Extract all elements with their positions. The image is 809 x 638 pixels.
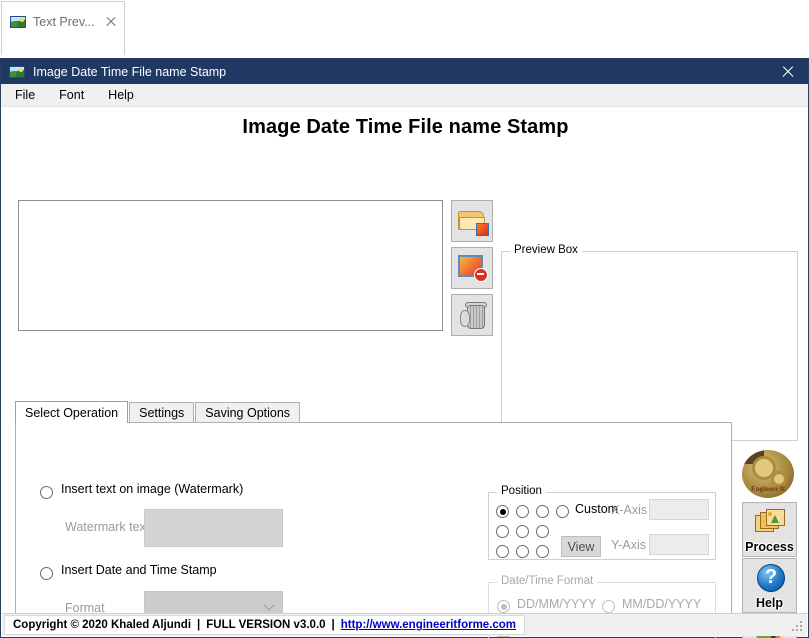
chevron-down-icon bbox=[265, 601, 274, 610]
file-list-box[interactable] bbox=[18, 200, 443, 331]
y-axis-input[interactable] bbox=[649, 534, 709, 555]
gear-logo: Engineer It bbox=[742, 450, 794, 498]
position-radio-middle-right[interactable] bbox=[536, 525, 549, 538]
window-close-button[interactable] bbox=[768, 59, 808, 84]
position-radio-middle-center[interactable] bbox=[516, 525, 529, 538]
client-area: Image Date Time File name Stamp bbox=[1, 107, 808, 637]
process-button-label: Process bbox=[743, 540, 796, 554]
status-bar: Copyright © 2020 Khaled Aljundi | FULL V… bbox=[2, 613, 807, 636]
label-y-axis: Y-Axis bbox=[611, 538, 646, 552]
label-watermark-text: Watermark text bbox=[65, 520, 149, 534]
position-radio-top-center[interactable] bbox=[516, 505, 529, 518]
question-mark-icon bbox=[757, 564, 785, 592]
trash-bin-icon bbox=[460, 302, 488, 330]
version-text: FULL VERSION v3.0.0 bbox=[206, 619, 325, 631]
browser-tab-title: Text Prev... bbox=[33, 15, 100, 29]
tab-headers: Select Operation Settings Saving Options bbox=[15, 401, 301, 423]
position-radio-custom[interactable] bbox=[556, 505, 569, 518]
x-axis-input[interactable] bbox=[649, 499, 709, 520]
add-images-button[interactable] bbox=[451, 200, 493, 242]
position-radio-top-right[interactable] bbox=[536, 505, 549, 518]
separator: | bbox=[191, 619, 206, 631]
label-insert-datetime: Insert Date and Time Stamp bbox=[61, 563, 217, 577]
radio-insert-datetime[interactable] bbox=[40, 567, 53, 580]
position-radio-bottom-center[interactable] bbox=[516, 545, 529, 558]
label-insert-watermark: Insert text on image (Watermark) bbox=[61, 482, 243, 496]
copyright-panel: Copyright © 2020 Khaled Aljundi | FULL V… bbox=[4, 615, 525, 635]
copyright-text: Copyright © 2020 Khaled Aljundi bbox=[13, 619, 191, 631]
browser-tab[interactable]: Text Prev... bbox=[1, 1, 125, 55]
separator: | bbox=[326, 619, 341, 631]
position-radio-middle-left[interactable] bbox=[496, 525, 509, 538]
datetime-format-legend: Date/Time Format bbox=[497, 575, 597, 587]
menu-item-font[interactable]: Font bbox=[59, 86, 96, 104]
browser-tabstrip: Text Prev... bbox=[0, 0, 809, 58]
position-radio-bottom-left[interactable] bbox=[496, 545, 509, 558]
open-folder-icon bbox=[458, 209, 488, 234]
watermark-text-input[interactable] bbox=[144, 509, 283, 547]
menu-item-file[interactable]: File bbox=[15, 86, 47, 104]
radio-insert-watermark[interactable] bbox=[40, 486, 53, 499]
preview-box-legend: Preview Box bbox=[510, 244, 582, 256]
help-button[interactable]: Help bbox=[742, 558, 797, 613]
image-icon bbox=[10, 14, 26, 30]
close-icon[interactable] bbox=[104, 15, 118, 29]
app-window: Image Date Time File name Stamp File Fon… bbox=[0, 58, 809, 638]
label-x-axis: X-Axis bbox=[611, 503, 647, 517]
help-button-label: Help bbox=[743, 596, 796, 610]
menu-bar: File Font Help bbox=[1, 84, 808, 107]
position-group-legend: Position bbox=[497, 485, 546, 497]
page-title: Image Date Time File name Stamp bbox=[1, 116, 809, 139]
view-button[interactable]: View bbox=[561, 536, 601, 557]
radio-mmddyyyy[interactable] bbox=[602, 600, 615, 613]
resize-grip[interactable] bbox=[790, 619, 804, 633]
remove-image-button[interactable] bbox=[451, 247, 493, 289]
process-images-icon bbox=[755, 509, 787, 537]
process-button[interactable]: Process bbox=[742, 502, 797, 557]
tab-select-operation[interactable]: Select Operation bbox=[15, 401, 128, 423]
position-radio-top-left[interactable] bbox=[496, 505, 509, 518]
website-link[interactable]: http://www.engineeritforme.com bbox=[341, 619, 516, 631]
window-title: Image Date Time File name Stamp bbox=[33, 65, 768, 79]
image-remove-icon bbox=[458, 255, 488, 282]
window-titlebar: Image Date Time File name Stamp bbox=[1, 59, 808, 84]
tab-saving-options[interactable]: Saving Options bbox=[195, 402, 300, 423]
radio-ddmmyyyy[interactable] bbox=[497, 600, 510, 613]
format-combobox[interactable] bbox=[144, 591, 283, 614]
tab-settings[interactable]: Settings bbox=[129, 402, 194, 423]
label-ddmmyyyy: DD/MM/YYYY bbox=[517, 597, 596, 611]
menu-item-help[interactable]: Help bbox=[108, 86, 146, 104]
clear-list-button[interactable] bbox=[451, 294, 493, 336]
image-icon bbox=[9, 64, 25, 80]
position-group: Position Custom View X-Axis Y-Axis bbox=[488, 492, 716, 560]
position-radio-bottom-right[interactable] bbox=[536, 545, 549, 558]
label-mmddyyyy: MM/DD/YYYY bbox=[622, 597, 701, 611]
screen: Text Prev... Image Date Time File name S… bbox=[0, 0, 809, 638]
